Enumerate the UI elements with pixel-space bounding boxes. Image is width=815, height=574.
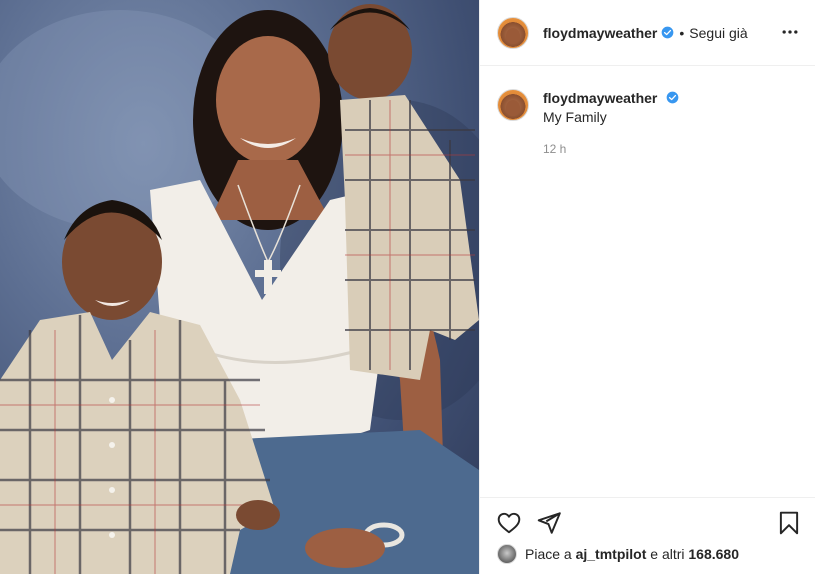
likes-first-user[interactable]: aj_tmtpilot xyxy=(576,546,647,562)
post-header: floydmayweather • Segui già xyxy=(480,0,815,66)
save-icon[interactable] xyxy=(776,510,802,536)
likes-summary[interactable]: Piace a aj_tmtpilot e altri 168.680 xyxy=(497,544,739,564)
instagram-post: floydmayweather • Segui già floydmayweat… xyxy=(0,0,815,574)
likes-prefix: Piace a xyxy=(525,546,572,562)
profile-avatar[interactable] xyxy=(497,16,529,49)
post-side-panel: floydmayweather • Segui già floydmayweat… xyxy=(479,0,815,574)
likes-conjunction: e altri xyxy=(650,546,685,562)
post-photo[interactable] xyxy=(0,0,479,574)
heart-icon[interactable] xyxy=(496,510,522,536)
header-username[interactable]: floydmayweather xyxy=(543,25,657,41)
post-timestamp[interactable]: 12 h xyxy=(543,142,679,156)
caption-body: floydmayweather My Family 12 h xyxy=(543,88,679,156)
caption-username[interactable]: floydmayweather xyxy=(543,90,657,106)
caption-avatar[interactable] xyxy=(497,89,529,121)
follow-state-button[interactable]: Segui già xyxy=(689,25,747,41)
verified-badge-icon xyxy=(666,91,679,104)
post-actions: Piace a aj_tmtpilot e altri 168.680 xyxy=(480,497,815,574)
caption-text: My Family xyxy=(543,109,607,125)
liker-avatar[interactable] xyxy=(497,544,517,564)
header-separator: • xyxy=(679,24,685,41)
share-icon[interactable] xyxy=(536,510,562,536)
likes-count[interactable]: 168.680 xyxy=(688,546,739,562)
family-photo-illustration xyxy=(0,4,479,574)
verified-badge-icon xyxy=(662,26,674,39)
more-options-icon[interactable] xyxy=(780,22,800,42)
post-caption: floydmayweather My Family 12 h xyxy=(497,88,797,156)
